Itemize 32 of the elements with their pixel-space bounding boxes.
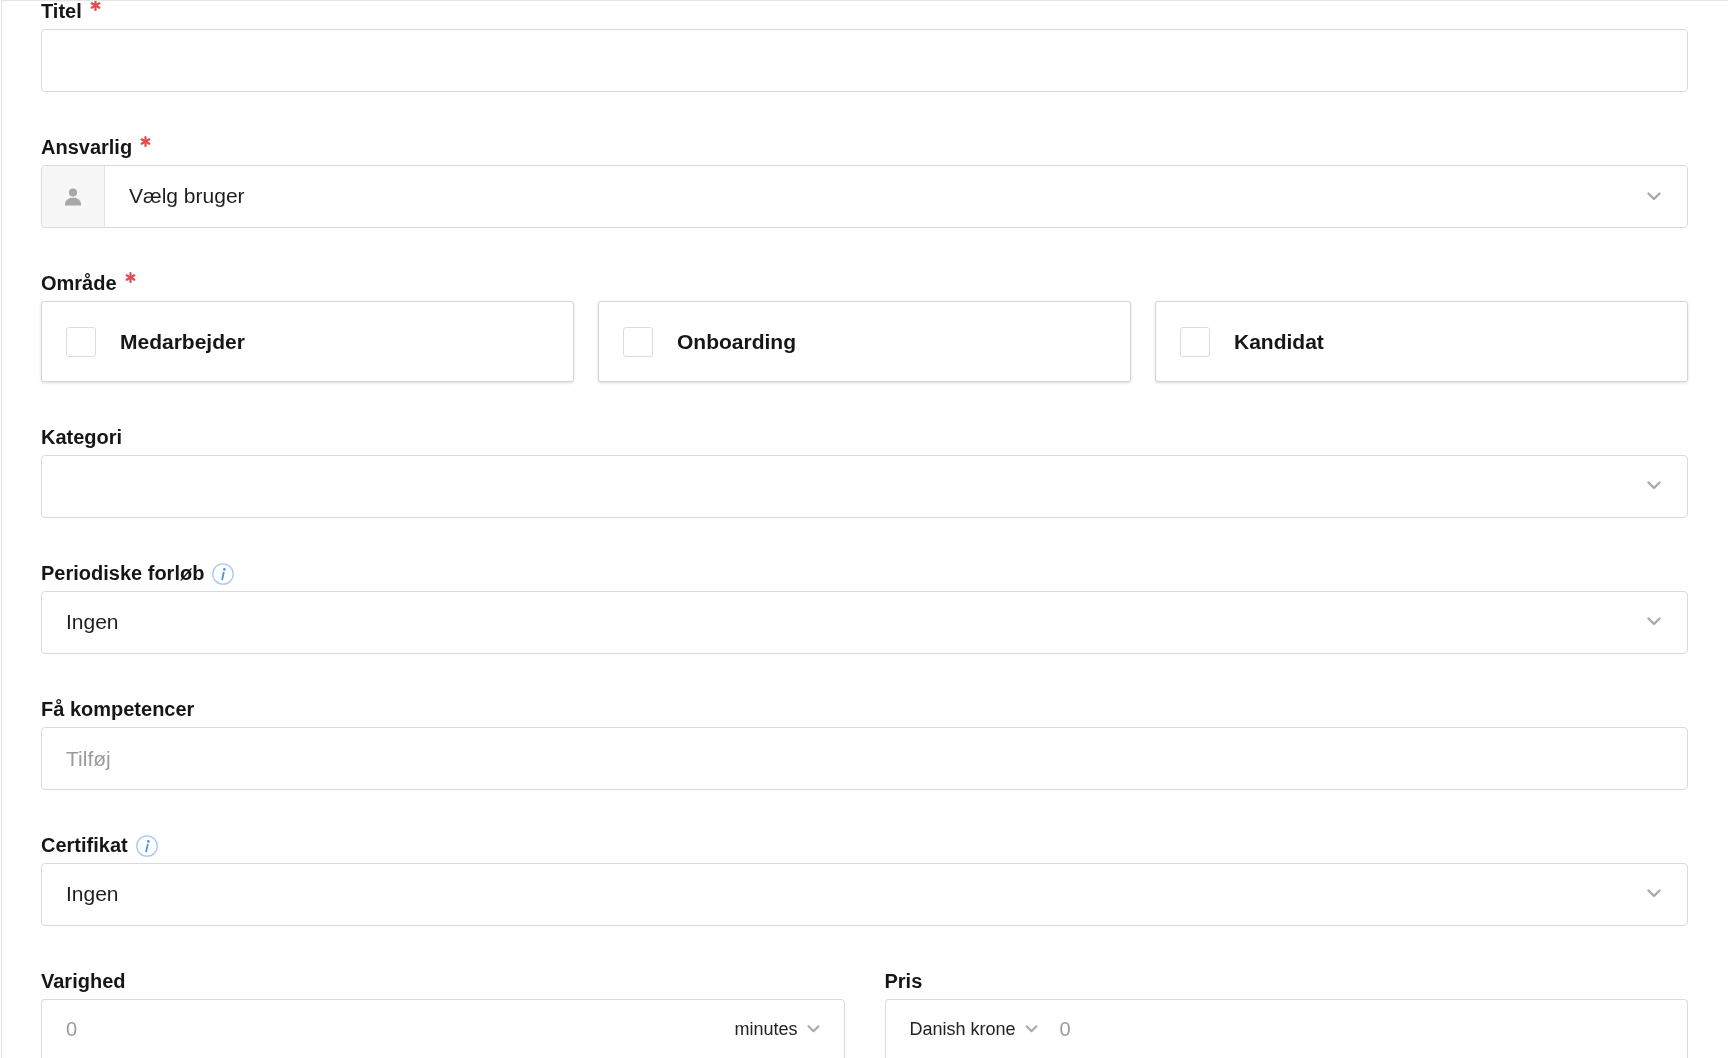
text-input[interactable] xyxy=(41,29,1688,92)
field-label: Kategori xyxy=(41,425,123,449)
field-label: Titel xyxy=(41,1,82,23)
info-icon[interactable] xyxy=(212,563,235,585)
field-label: Varighed xyxy=(41,969,126,993)
checkbox-option[interactable]: Kandidat xyxy=(1155,301,1688,382)
tag-input[interactable]: Tilføj xyxy=(41,727,1688,790)
checkbox-option[interactable]: Medarbejder xyxy=(41,301,574,382)
person-icon xyxy=(64,187,82,206)
chevron-down-icon xyxy=(1647,192,1661,201)
chevron-down-icon xyxy=(1647,481,1661,490)
dropdown[interactable]: Ingen xyxy=(41,591,1688,654)
checkbox[interactable] xyxy=(623,326,653,357)
chevron-down-icon xyxy=(1647,889,1661,898)
chevron-down-icon xyxy=(1024,1025,1038,1033)
info-icon[interactable] xyxy=(135,835,158,857)
dropdown[interactable]: Ingen xyxy=(41,863,1688,926)
field-label: Periodiske forløb xyxy=(41,561,205,585)
field-label: Område xyxy=(41,271,117,295)
chevron-down-icon xyxy=(806,1025,820,1033)
checkbox[interactable] xyxy=(1180,326,1210,357)
checkbox-option[interactable]: Onboarding xyxy=(598,301,1131,382)
currency-dropdown[interactable]: Danish krone xyxy=(909,1014,1038,1044)
dropdown[interactable] xyxy=(41,455,1688,518)
field-label: Ansvarlig xyxy=(41,135,133,159)
chevron-down-icon xyxy=(1647,617,1661,626)
field-label: Certifikat xyxy=(41,833,128,857)
unit-dropdown[interactable]: minutes xyxy=(734,1014,820,1044)
checkbox[interactable] xyxy=(66,326,96,357)
field-label: Få kompetencer xyxy=(41,697,195,721)
user-select[interactable]: Vælg bruger xyxy=(41,165,1688,228)
field-label: Pris xyxy=(884,969,923,993)
